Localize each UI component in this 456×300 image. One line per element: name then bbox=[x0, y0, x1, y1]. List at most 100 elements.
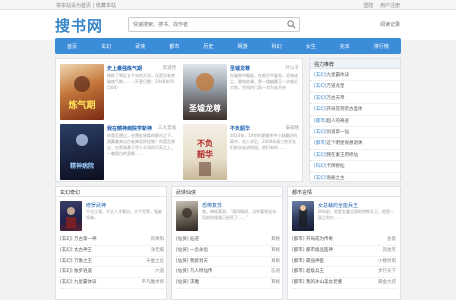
svg-text:圣墟龙尊: 圣墟龙尊 bbox=[188, 103, 221, 113]
book-title[interactable]: 修罗武神 bbox=[86, 202, 106, 209]
book-cover[interactable]: 精神病院 bbox=[60, 124, 104, 180]
list-item[interactable]: [玄幻] 独步逍遥 六道 bbox=[60, 267, 164, 279]
recommend-item[interactable]: [科幻]卡牌修仙 bbox=[310, 161, 400, 173]
column-header: 都市言情 bbox=[288, 187, 400, 197]
book-desc: 在破败中崛起，在寂灭中复苏。沧海成尘，雷电枯竭，那一缕幽雾又一次临近大地，世间的… bbox=[230, 73, 298, 90]
recommend-item[interactable]: [都市]超人的奇迹 bbox=[310, 116, 400, 127]
column-title: 玄幻奇幻 bbox=[60, 190, 81, 196]
book-title[interactable]: 女总裁的全能兵王 bbox=[318, 202, 358, 209]
category-column-dushi: 都市言情 女总裁的全能兵王 四年前，他是名震全国的特种兵王，他是一国之利刃…… … bbox=[287, 186, 401, 300]
featured-book[interactable]: 恐怖复苏 鬼，神秘莫测，“我叫杨间，当你看到这句话的时候我已经死了……” bbox=[176, 201, 280, 233]
nav-item-dushi[interactable]: 都市 bbox=[167, 43, 181, 50]
nav-item-wuxia[interactable]: 武侠 bbox=[133, 43, 147, 50]
list-item[interactable]: [都市] 超级兵王 步行天下 bbox=[292, 267, 396, 279]
book-desc: 2010年，14岁的夏雅考中小城最好的高中，在入学后，2009年高三的学长们依次… bbox=[230, 133, 298, 150]
sidebar-title: 强力推荐 bbox=[314, 62, 335, 68]
recommend-item[interactable]: [玄幻]诡秘之主 bbox=[310, 173, 400, 184]
list-item[interactable]: [玄幻] 九星霸体诀 平凡魔术师 bbox=[60, 278, 164, 289]
book-author: 叶公子 bbox=[285, 66, 300, 71]
top-bar: 将本站设为首页 | 收藏本站 登陆 用户注册 bbox=[0, 0, 456, 10]
book-list: [仙侠] 仙逆 耳根 [仙侠] 一念永恒 耳根 [仙侠] 我欲封天 耳根 [仙侠] 凡… bbox=[176, 235, 280, 289]
book-author: 李道然 bbox=[162, 66, 177, 71]
sidebar-header: 强力推荐 bbox=[310, 59, 400, 69]
hot-book-card[interactable]: 圣墟龙尊 圣墟龙尊 叶公子 在破败中崛起，在寂灭中复苏。沧海成尘，雷电枯竭，那一… bbox=[181, 62, 301, 120]
nav-item-wangyou[interactable]: 网游 bbox=[236, 43, 250, 50]
list-item[interactable]: [玄幻] 太古神王 净无痕 bbox=[60, 246, 164, 257]
search-box bbox=[128, 17, 300, 32]
recommend-item[interactable]: [玄幻]万道龙皇 bbox=[310, 81, 400, 93]
list-item[interactable]: [玄幻] 万古第一神 风青阳 bbox=[60, 235, 164, 246]
featured-book[interactable]: 修罗武神 千古江湖，不乏人才辈出；大千世界，强者如林。 bbox=[60, 201, 164, 233]
book-cover[interactable]: 炼气期 bbox=[60, 64, 104, 120]
list-item[interactable]: [玄幻] 万象之王 天蚕土豆 bbox=[60, 257, 164, 268]
search-input[interactable] bbox=[133, 20, 283, 29]
featured-book[interactable]: 女总裁的全能兵王 四年前，他是名震全国的特种兵王，他是一国之利刃…… bbox=[292, 201, 396, 233]
book-title[interactable]: 不负韶华 bbox=[230, 125, 250, 132]
book-title[interactable]: 史上最强炼气期 bbox=[107, 65, 142, 72]
search-icon[interactable] bbox=[287, 20, 296, 29]
svg-text:炼气期: 炼气期 bbox=[68, 99, 95, 111]
recommend-item[interactable]: [玄幻]九星霸体诀 bbox=[310, 70, 400, 82]
recommend-item[interactable]: [玄幻]万古天帝 bbox=[310, 93, 400, 105]
topbar-links[interactable]: 将本站设为首页 | 收藏本站 bbox=[56, 2, 116, 9]
svg-text:不负: 不负 bbox=[197, 138, 213, 148]
book-desc: 修炼了将近五千年的方羽，还是没有突破炼气期……（开更日期：2048年05月04） bbox=[107, 73, 175, 90]
category-column-xuanhuan: 玄幻奇幻 修罗武神 千古江湖，不乏人才辈出；大千世界，强者如林。 [玄幻] 万古… bbox=[55, 186, 167, 300]
hot-books-panel: 炼气期 史上最强炼气期 李道然 修炼了将近五千年的方羽，还是没有突破炼气期……（… bbox=[55, 58, 303, 182]
list-item[interactable]: [仙侠] 凡人修仙传 忘语 bbox=[176, 267, 280, 279]
book-cover[interactable] bbox=[60, 201, 82, 231]
nav-item-home[interactable]: 首页 bbox=[65, 43, 79, 50]
book-author: 安知晓 bbox=[285, 126, 300, 131]
read-record-link[interactable]: 阅读记录 bbox=[380, 21, 400, 28]
book-author: 三九音域 bbox=[158, 126, 176, 131]
list-item[interactable]: [仙侠] 一念永恒 耳根 bbox=[176, 246, 280, 257]
book-title[interactable]: 圣墟龙尊 bbox=[230, 65, 250, 72]
hot-book-card[interactable]: 精神病院 我在精神病院学斩神 三九音域 你是否想过，在霓虹璀璨的都市之下，潜藏着… bbox=[58, 122, 178, 180]
recommend-item[interactable]: [玄幻]我在秦王府修仙 bbox=[310, 150, 400, 162]
list-item[interactable]: [都市] 最强神医 小楼听雨 bbox=[292, 257, 396, 268]
site-logo[interactable]: 搜书网 bbox=[55, 15, 103, 36]
list-item[interactable]: [仙侠] 我欲封天 耳根 bbox=[176, 257, 280, 268]
svg-text:精神病院: 精神病院 bbox=[70, 162, 94, 170]
nav-item-lishi[interactable]: 历史 bbox=[201, 43, 215, 50]
list-item[interactable]: [都市] 我的冰山美女老婆 黄金大叔 bbox=[292, 278, 396, 289]
svg-text:韶华: 韶华 bbox=[197, 149, 213, 159]
column-title: 武侠仙侠 bbox=[176, 190, 197, 196]
book-cover[interactable]: 不负 韶华 bbox=[183, 124, 227, 180]
recommend-list: [玄幻]九星霸体诀 [玄幻]万道龙皇 [玄幻]万古天帝 [玄幻]开局签到荒古圣体… bbox=[310, 70, 400, 184]
book-cover[interactable] bbox=[292, 201, 314, 231]
nav-item-nvsheng[interactable]: 女生 bbox=[304, 43, 318, 50]
main-nav: 首页 玄幻 武侠 都市 历史 网游 科幻 女生 完本 排行榜 bbox=[55, 38, 401, 54]
recommend-item[interactable]: [玄幻]剑道第一仙 bbox=[310, 127, 400, 139]
book-title[interactable]: 恐怖复苏 bbox=[202, 202, 222, 209]
nav-item-ranking[interactable]: 排行榜 bbox=[372, 43, 391, 50]
book-desc: 鬼，神秘莫测，“我叫杨间，当你看到这句话的时候我已经死了……” bbox=[202, 209, 277, 220]
column-title: 都市言情 bbox=[292, 190, 313, 196]
list-item[interactable]: [仙侠] 仙逆 耳根 bbox=[176, 235, 280, 246]
book-desc: 四年前，他是名震全国的特种兵王，他是一国之利刃…… bbox=[318, 209, 394, 220]
book-cover[interactable]: 圣墟龙尊 bbox=[183, 64, 227, 120]
category-column-wuxia: 武侠仙侠 恐怖复苏 鬼，神秘莫测，“我叫杨间，当你看到这句话的时候我已经死了……… bbox=[171, 186, 283, 300]
nav-item-wanben[interactable]: 完本 bbox=[338, 43, 352, 50]
recommend-item[interactable]: [玄幻]开局签到荒古圣体 bbox=[310, 104, 400, 116]
recommend-item[interactable]: [都市]这个明星很想退休 bbox=[310, 138, 400, 150]
list-item[interactable]: [仙侠] 求魔 耳根 bbox=[176, 278, 280, 289]
book-title[interactable]: 我在精神病院学斩神 bbox=[107, 125, 152, 132]
list-item[interactable]: [都市] 开局成为传奇 会意 bbox=[292, 235, 396, 246]
hot-book-card[interactable]: 不负 韶华 不负韶华 安知晓 2010年，14岁的夏雅考中小城最好的高中，在入学后… bbox=[181, 122, 301, 180]
login-link[interactable]: 登陆 bbox=[363, 3, 373, 9]
topbar-account: 登陆 用户注册 bbox=[358, 2, 400, 9]
nav-item-xuanhuan[interactable]: 玄幻 bbox=[99, 43, 113, 50]
recommend-sidebar: 强力推荐 [玄幻]九星霸体诀 [玄幻]万道龙皇 [玄幻]万古天帝 [玄幻]开局签… bbox=[309, 58, 401, 184]
book-desc: 你是否想过，在霓虹璀璨的都市之下，潜藏着来自古老神话的怪物？你是否想过，在那高悬… bbox=[107, 133, 175, 156]
book-cover[interactable] bbox=[176, 201, 198, 231]
hot-book-card[interactable]: 炼气期 史上最强炼气期 李道然 修炼了将近五千年的方羽，还是没有突破炼气期……（… bbox=[58, 62, 178, 120]
column-header: 玄幻奇幻 bbox=[56, 187, 166, 197]
book-list: [都市] 开局成为传奇 会意 [都市] 都市极品医神 风会笑 [都市] 最强神医 小楼… bbox=[292, 235, 396, 289]
register-link[interactable]: 用户注册 bbox=[380, 3, 400, 9]
nav-item-kehuan[interactable]: 科幻 bbox=[270, 43, 284, 50]
list-item[interactable]: [都市] 都市极品医神 风会笑 bbox=[292, 246, 396, 257]
column-header: 武侠仙侠 bbox=[172, 187, 282, 197]
book-list: [玄幻] 万古第一神 风青阳 [玄幻] 太古神王 净无痕 [玄幻] 万象之王 天蚕土豆… bbox=[60, 235, 164, 289]
book-desc: 千古江湖，不乏人才辈出；大千世界，强者如林。 bbox=[86, 209, 162, 220]
